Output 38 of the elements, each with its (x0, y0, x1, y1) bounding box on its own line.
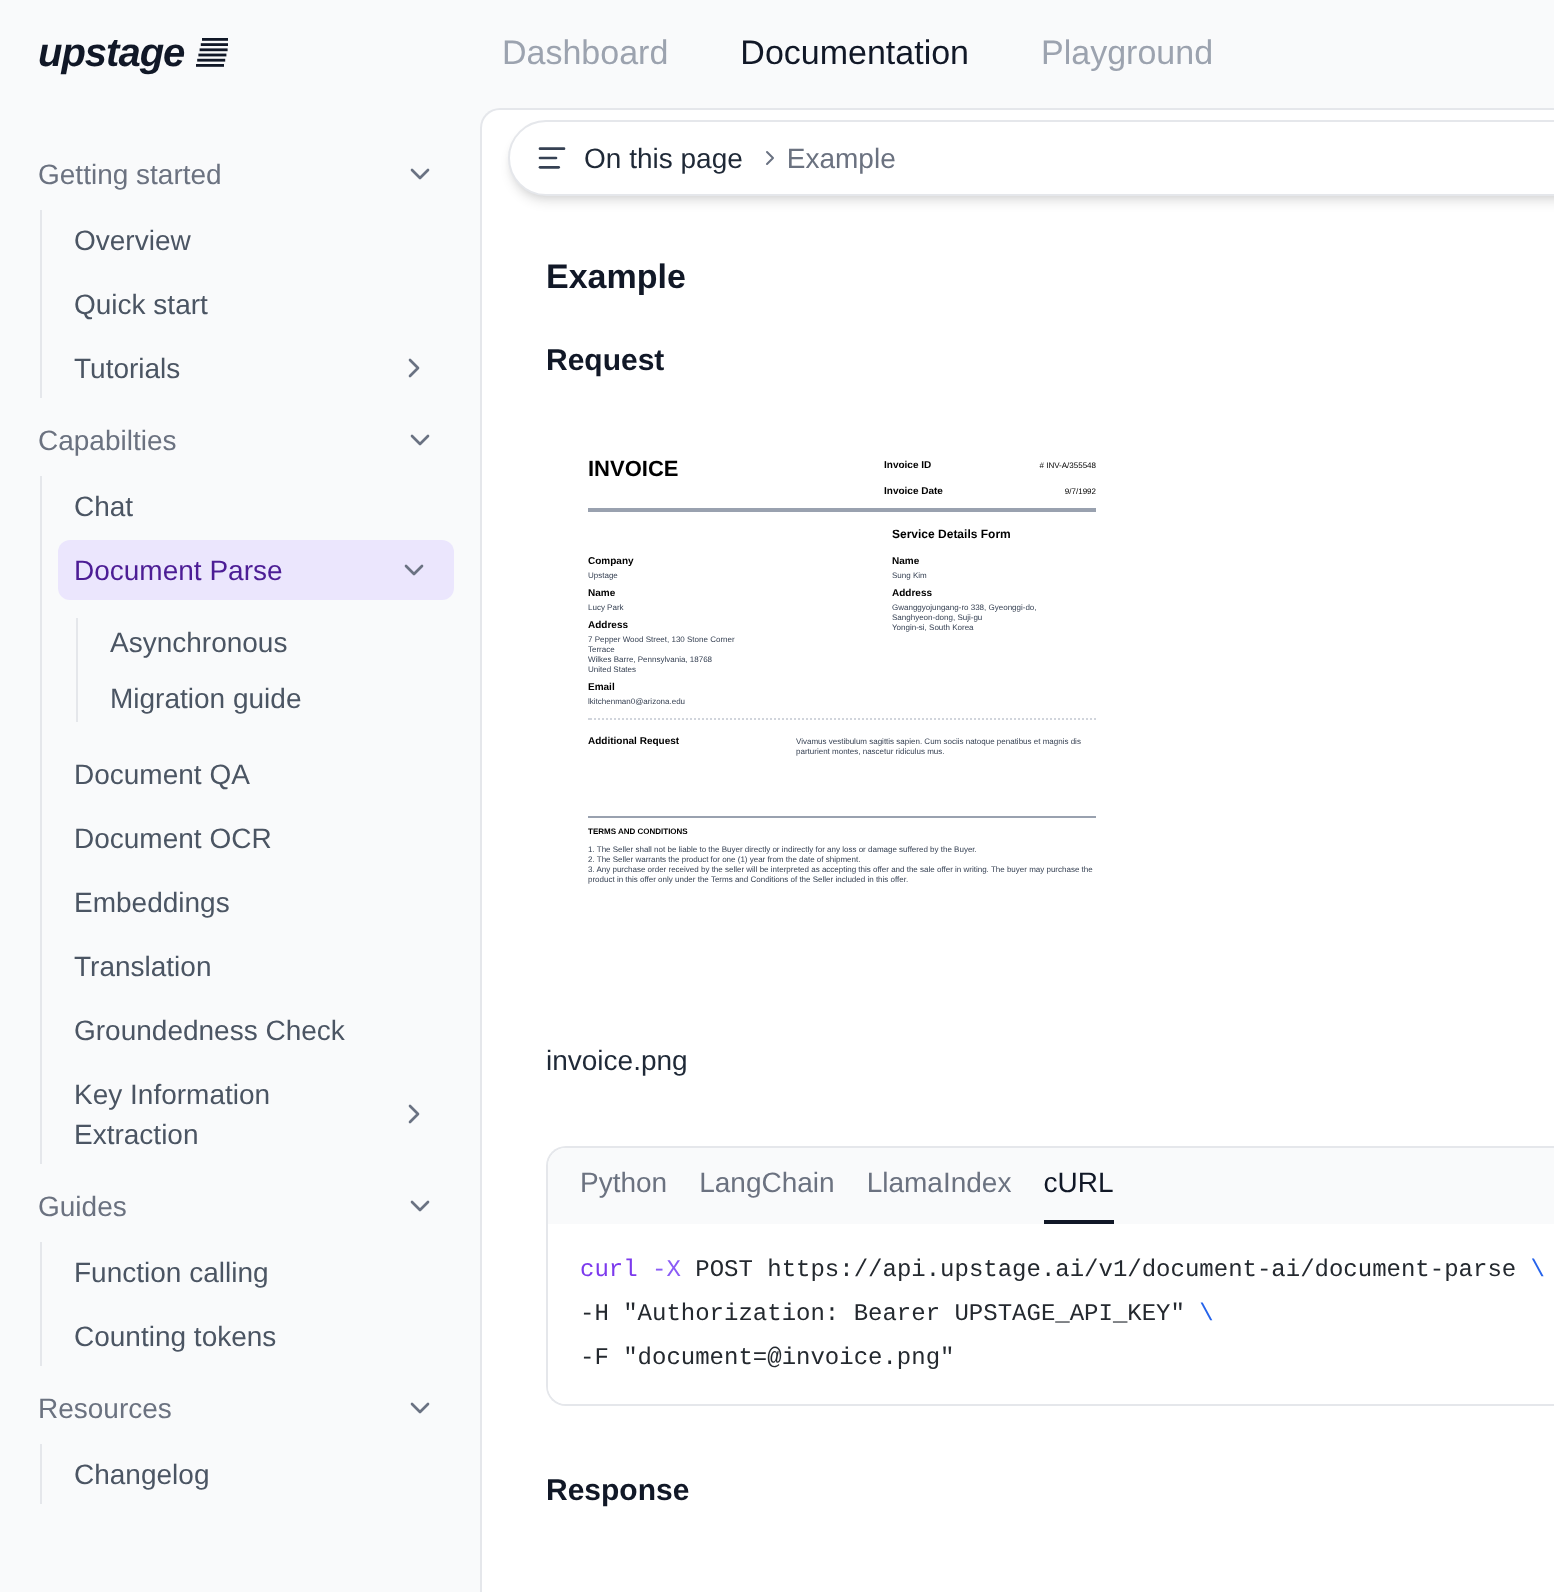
sidebar-item[interactable]: Changelog (58, 1444, 454, 1504)
sidebar-item[interactable]: Document QA (58, 744, 454, 804)
on-this-page-bar[interactable]: On this page Example (508, 120, 1554, 196)
sidebar-item[interactable]: Quick start (58, 274, 454, 334)
sidebar-subitem[interactable]: Asynchronous (110, 618, 454, 666)
invoice-title: INVOICE (588, 456, 679, 486)
sidebar-item[interactable]: Embeddings (58, 872, 454, 932)
sidebar-section[interactable]: Capabilties (22, 418, 454, 462)
code-tab[interactable]: LlamaIndex (866, 1162, 1012, 1224)
sidebar-item[interactable]: Translation (58, 936, 454, 996)
sidebar-item[interactable]: Chat (58, 476, 454, 536)
breadcrumb-current: Example (786, 139, 896, 178)
sidebar-section[interactable]: Getting started (22, 152, 454, 196)
sidebar-item[interactable]: Function calling (58, 1242, 454, 1302)
code-tab[interactable]: LangChain (699, 1162, 835, 1224)
sidebar-item[interactable]: Groundedness Check (58, 1000, 454, 1060)
code-line: -F "document=@invoice.png" (580, 1342, 955, 1376)
sidebar-section[interactable]: Resources (22, 1386, 454, 1430)
sidebar-subitem[interactable]: Migration guide (110, 674, 454, 722)
logo-stripes-icon (192, 38, 229, 70)
code-tab[interactable]: Python (580, 1162, 668, 1224)
nav-link[interactable]: Documentation (740, 28, 970, 80)
menu-icon (536, 142, 568, 174)
code-line: -H "Authorization: Bearer UPSTAGE_API_KEY" \ (580, 1298, 1214, 1332)
sidebar-item[interactable]: Overview (58, 210, 454, 270)
sidebar-item[interactable]: Document Parse (58, 540, 454, 600)
section-heading: Example (546, 256, 688, 300)
sidebar-item[interactable]: Key Information Extraction (58, 1064, 454, 1164)
code-line: curl -X POST https://api.upstage.ai/v1/document-ai/document-parse \ (580, 1254, 1545, 1288)
logo-text[interactable]: upstage (38, 24, 185, 84)
sidebar-item[interactable]: Document OCR (58, 808, 454, 868)
image-caption: invoice.png (546, 1042, 690, 1080)
sidebar-item[interactable]: Counting tokens (58, 1306, 454, 1366)
breadcrumb-label: On this page (584, 139, 743, 178)
subsection-heading: Request (546, 341, 667, 381)
sidebar-section[interactable]: Guides (22, 1184, 454, 1228)
subsection-heading: Response (546, 1472, 692, 1512)
sidebar-item[interactable]: Tutorials (58, 338, 454, 398)
